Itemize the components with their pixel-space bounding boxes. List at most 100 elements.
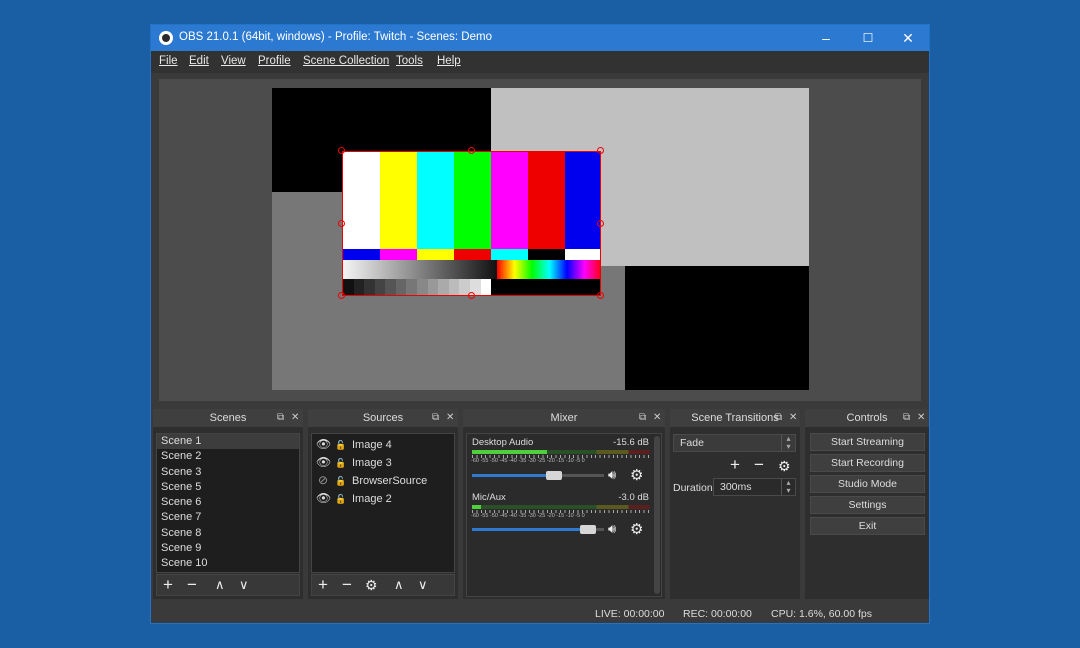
eye-icon[interactable]: 👁 (316, 435, 331, 453)
source-item[interactable]: ⊘ 🔓 BrowserSource (316, 471, 427, 489)
sources-toolbar: + − ⚙ ∧ ∨ (311, 574, 455, 596)
move-down-icon[interactable]: ∨ (239, 576, 249, 594)
preview-area[interactable] (159, 79, 921, 401)
source-name: Image 2 (352, 493, 392, 505)
move-up-icon[interactable]: ∧ (394, 576, 404, 594)
undock-icon[interactable]: ⧉ (277, 409, 284, 427)
studio-mode-button[interactable]: Studio Mode (810, 475, 925, 493)
start-streaming-button[interactable]: Start Streaming (810, 433, 925, 451)
preview-canvas[interactable] (272, 88, 809, 390)
resize-handle-bottom[interactable] (468, 292, 475, 299)
gear-icon[interactable]: ⚙ (630, 520, 643, 538)
source-item[interactable]: 👁 🔓 Image 4 (316, 435, 392, 453)
resize-handle-right[interactable] (597, 220, 604, 227)
scene-item[interactable]: Scene 10 (157, 556, 299, 571)
menu-tools[interactable]: Tools (396, 55, 423, 67)
color-bars-top (343, 152, 600, 249)
maximize-button[interactable]: ☐ (847, 25, 889, 51)
scene-item[interactable]: Scene 9 (157, 541, 299, 556)
dock-close-icon[interactable]: ✕ (446, 409, 454, 427)
volume-slider[interactable] (472, 471, 604, 480)
dock-close-icon[interactable]: ✕ (789, 409, 797, 427)
scene-item[interactable]: Scene 3 (157, 465, 299, 480)
source-item[interactable]: 👁 🔓 Image 2 (316, 489, 392, 507)
scene-item[interactable]: Scene 7 (157, 510, 299, 525)
dock-close-icon[interactable]: ✕ (917, 409, 925, 427)
rec-timer: REC: 00:00:00 (683, 608, 752, 620)
lock-icon[interactable]: 🔓 (334, 436, 348, 454)
undock-icon[interactable]: ⧉ (775, 409, 782, 427)
channel-name: Desktop Audio (472, 437, 534, 448)
undock-icon[interactable]: ⧉ (432, 409, 439, 427)
scene-item[interactable]: Scene 8 (157, 526, 299, 541)
scene-item[interactable]: Scene 5 (157, 480, 299, 495)
resize-handle-bottom-left[interactable] (338, 292, 345, 299)
menu-file[interactable]: File (159, 55, 178, 67)
eye-icon[interactable]: 👁 (316, 453, 331, 471)
scene-item[interactable]: Scene 6 (157, 495, 299, 510)
scenes-toolbar: + − ∧ ∨ (156, 574, 300, 596)
dock-close-icon[interactable]: ✕ (291, 409, 299, 427)
scene-item[interactable]: Scene 2 (157, 449, 299, 464)
remove-transition-icon[interactable]: − (754, 456, 764, 474)
source-item[interactable]: 👁 🔓 Image 3 (316, 453, 392, 471)
exit-button[interactable]: Exit (810, 517, 925, 535)
controls-dock: Controls ⧉ ✕ Start Streaming Start Recor… (805, 409, 929, 599)
resize-handle-top-right[interactable] (597, 147, 604, 154)
resize-handle-left[interactable] (338, 220, 345, 227)
gear-icon[interactable]: ⚙ (778, 457, 791, 475)
lock-icon[interactable]: 🔓 (334, 490, 348, 508)
add-transition-icon[interactable]: + (730, 456, 740, 474)
menu-scene-collection[interactable]: Scene Collection (303, 55, 389, 67)
eye-hidden-icon[interactable]: ⊘ (316, 471, 330, 489)
move-up-icon[interactable]: ∧ (215, 576, 225, 594)
controls-dock-title: Controls (805, 409, 929, 427)
undock-icon[interactable]: ⧉ (903, 409, 910, 427)
color-bars-source[interactable] (342, 151, 601, 296)
eye-icon[interactable]: 👁 (316, 489, 331, 507)
remove-scene-icon[interactable]: − (187, 576, 197, 594)
slider-fill (472, 528, 589, 531)
obs-window: OBS 21.0.1 (64bit, windows) - Profile: T… (150, 24, 930, 624)
chevron-updown-icon: ▴ ▾ (781, 435, 795, 451)
source-name: Image 4 (352, 439, 392, 451)
meter-scale: -60 -55 -50 -45 -40 -35 -30 -25 -20 -15 … (471, 458, 585, 464)
speaker-icon[interactable]: 🔊︎ (608, 467, 616, 483)
resize-handle-top-left[interactable] (338, 147, 345, 154)
transition-select[interactable]: Fade ▴ ▾ (673, 434, 796, 452)
spin-arrows-icon[interactable]: ▴ ▾ (781, 479, 795, 495)
remove-source-icon[interactable]: − (342, 576, 352, 594)
minimize-button[interactable]: – (805, 25, 847, 51)
scene-transitions-dock: Scene Transitions ⧉ ✕ Fade ▴ ▾ + − ⚙ Dura… (670, 409, 800, 599)
close-button[interactable]: ✕ (887, 25, 929, 51)
undock-icon[interactable]: ⧉ (639, 409, 646, 427)
menu-edit[interactable]: Edit (189, 55, 209, 67)
lock-icon[interactable]: 🔓 (334, 472, 348, 490)
slider-thumb[interactable] (545, 471, 562, 480)
lock-icon[interactable]: 🔓 (334, 454, 348, 472)
gear-icon[interactable]: ⚙ (630, 466, 643, 484)
move-down-icon[interactable]: ∨ (418, 576, 428, 594)
channel-db: -3.0 dB (618, 492, 649, 503)
gear-icon[interactable]: ⚙ (365, 576, 378, 594)
menu-view[interactable]: View (221, 55, 246, 67)
add-source-icon[interactable]: + (318, 576, 328, 594)
settings-button[interactable]: Settings (810, 496, 925, 514)
duration-value: 300ms (720, 481, 752, 493)
duration-spinbox[interactable]: 300ms ▴ ▾ (713, 478, 796, 496)
menu-profile[interactable]: Profile (258, 55, 291, 67)
title-bar[interactable]: OBS 21.0.1 (64bit, windows) - Profile: T… (151, 25, 929, 51)
resize-handle-top[interactable] (468, 147, 475, 154)
add-scene-icon[interactable]: + (163, 576, 173, 594)
sources-list: 👁 🔓 Image 4 👁 🔓 Image 3 ⊘ 🔓 BrowserSource 👁 🔓 Im… (311, 433, 455, 573)
scene-item[interactable]: Scene 1 (157, 434, 299, 450)
speaker-icon[interactable]: 🔊︎ (608, 521, 616, 537)
menu-help[interactable]: Help (437, 55, 461, 67)
mixer-scrollbar[interactable] (654, 436, 660, 594)
slider-thumb[interactable] (580, 525, 597, 534)
dock-close-icon[interactable]: ✕ (653, 409, 661, 427)
volume-meter (472, 505, 650, 509)
start-recording-button[interactable]: Start Recording (810, 454, 925, 472)
resize-handle-bottom-right[interactable] (597, 292, 604, 299)
volume-slider[interactable] (472, 525, 604, 534)
